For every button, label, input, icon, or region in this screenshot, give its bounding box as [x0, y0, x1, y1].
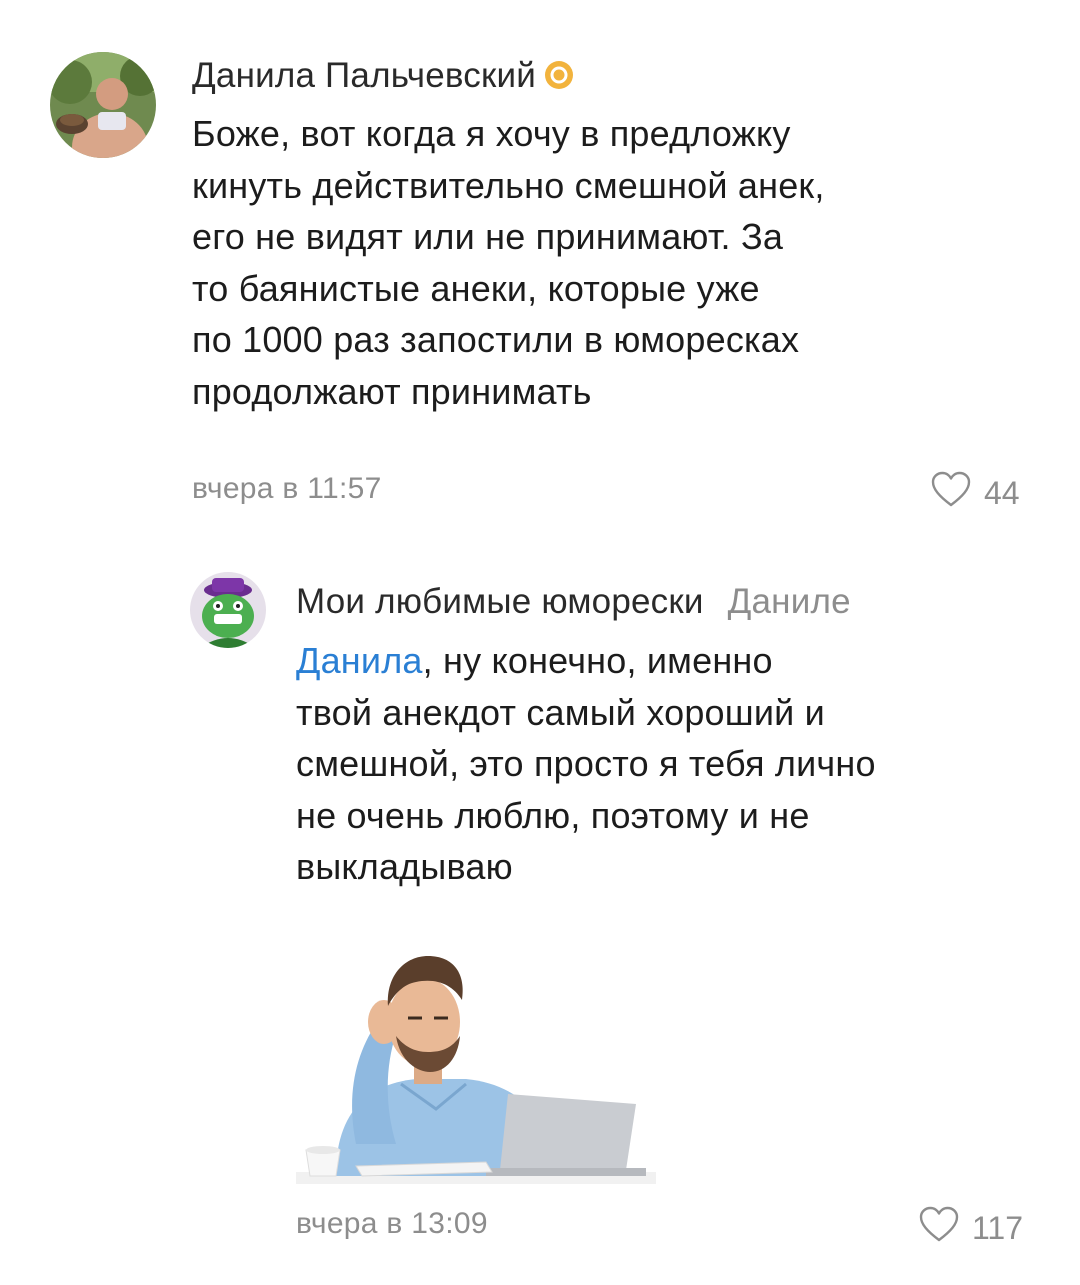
avatar-photo — [190, 572, 266, 648]
comment-text-line: не очень люблю, поэтому и не — [296, 794, 810, 836]
comment-text-line: Данила, ну конечно, именно — [296, 635, 1056, 687]
verified-badge-icon — [544, 59, 574, 89]
reply-header: Мои любимые юморески Даниле — [296, 582, 851, 622]
like-count: 44 — [984, 474, 1020, 511]
comment-text: Боже, вот когда я хочу в предложку кинут… — [192, 108, 1052, 417]
like-count: 117 — [972, 1209, 1024, 1246]
comment-text-segment: , ну конечно, именно — [422, 640, 773, 681]
comment-text-line: то баянистые анеки, которые уже — [192, 267, 760, 309]
like-button[interactable]: 44 — [930, 470, 1020, 516]
reply-to-label[interactable]: Даниле — [728, 582, 851, 621]
comment-text-line: смешной, это просто я тебя лично — [296, 743, 876, 784]
author-name-text[interactable]: Мои любимые юморески — [296, 582, 704, 621]
like-button[interactable]: 117 — [918, 1205, 1023, 1251]
comment-text-line: Боже, вот когда я хочу в предложку — [192, 113, 791, 154]
comment-text-line: твой анекдот самый хороший и — [296, 691, 825, 733]
avatar[interactable] — [50, 52, 156, 158]
avatar[interactable] — [190, 572, 266, 648]
comment-text-line: его не видят или не принимают. За — [192, 216, 784, 257]
heart-outline-icon — [918, 1205, 960, 1251]
comment-time[interactable]: вчера в 13:09 — [296, 1207, 488, 1241]
mention-link[interactable]: Данила — [296, 640, 423, 681]
comment-text-line: по 1000 раз запостили в юморесках — [192, 319, 800, 360]
tired-man-at-laptop-image — [296, 944, 656, 1184]
attached-image[interactable] — [296, 944, 656, 1184]
comment-text: Данила, ну конечно, именно твой анекдот … — [296, 635, 1056, 893]
comment-text-line: кинуть действительно смешной анек, — [192, 164, 825, 206]
comment-reply: Мои любимые юморески Даниле Данила, ну к… — [0, 540, 1080, 1285]
heart-outline-icon — [930, 470, 972, 516]
comment-time[interactable]: вчера в 11:57 — [192, 472, 382, 506]
author-name-text[interactable]: Данила Пальчевский — [192, 56, 536, 95]
comment-text-line: продолжают принимать — [192, 370, 592, 412]
author-name[interactable]: Данила Пальчевский — [192, 56, 574, 96]
avatar-photo — [50, 52, 156, 158]
comment-1: Данила Пальчевский Боже, вот когда я хоч… — [0, 0, 1080, 530]
comment-text-line: выкладываю — [296, 846, 513, 887]
